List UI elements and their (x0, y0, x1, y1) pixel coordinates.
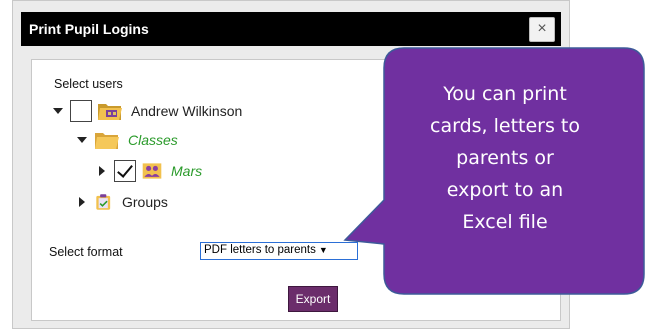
callout-text: You can print cards, letters to parents … (374, 78, 636, 238)
callout-line: Excel file (462, 211, 548, 233)
callout-line: You can print (443, 83, 567, 105)
callout-line: export to an (446, 179, 564, 201)
callout-line: parents or (456, 147, 554, 169)
callout-line: cards, letters to (430, 115, 580, 137)
